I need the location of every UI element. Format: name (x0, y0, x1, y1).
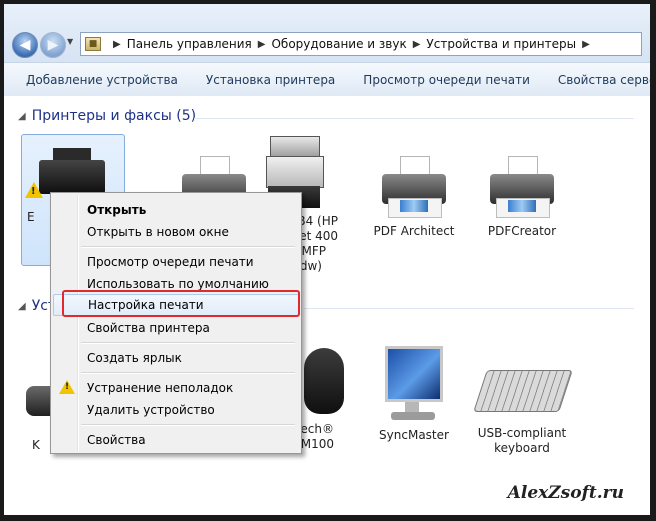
group-divider (194, 118, 634, 119)
menu-item-troubleshoot[interactable]: Устранение неполадок (53, 377, 299, 399)
menu-item-remove-device[interactable]: Удалить устройство (53, 399, 299, 421)
menu-item-open-new-window[interactable]: Открыть в новом окне (53, 221, 299, 243)
printers-group-title: Принтеры и факсы (5) (31, 108, 197, 124)
menu-item-open[interactable]: Открыть (53, 199, 299, 221)
context-menu: Открыть Открыть в новом окне Просмотр оч… (50, 192, 302, 454)
breadcrumb-devices-printers[interactable]: Устройства и принтеры (426, 37, 576, 51)
device-pdf-architect[interactable]: PDF Architect (364, 156, 464, 239)
arrow-right-icon: ▶ (47, 37, 59, 53)
chevron-right-icon[interactable]: ▶ (582, 39, 590, 50)
menu-separator (81, 372, 295, 374)
forward-button[interactable]: ▶ (40, 32, 66, 58)
printer-icon (374, 156, 454, 220)
device-usb-keyboard[interactable]: USB-compliant keyboard (470, 362, 574, 456)
back-button[interactable]: ◀ (12, 32, 38, 58)
arrow-left-icon: ◀ (19, 37, 31, 53)
menu-item-view-queue[interactable]: Просмотр очереди печати (53, 251, 299, 273)
menu-separator (81, 424, 295, 426)
watermark: AlexZsoft.ru (507, 483, 624, 503)
menu-item-create-shortcut[interactable]: Создать ярлык (53, 347, 299, 369)
chevron-right-icon[interactable]: ▶ (113, 39, 121, 50)
device-name: PDFCreator (487, 224, 557, 238)
group-divider (304, 308, 634, 309)
collapse-icon[interactable]: ◢ (18, 301, 26, 312)
menu-item-properties[interactable]: Свойства (53, 429, 299, 451)
history-dropdown-icon[interactable]: ▼ (67, 37, 73, 46)
menu-separator (81, 342, 295, 344)
menu-separator (81, 246, 295, 248)
breadcrumb[interactable]: ■ ▶ Панель управления ▶ Оборудование и з… (80, 32, 642, 56)
chevron-right-icon[interactable]: ▶ (258, 39, 266, 50)
device-syncmaster[interactable]: SyncMaster (364, 346, 464, 443)
printer-icon (482, 156, 562, 220)
explorer-window: ◀ ▶ ▼ ■ ▶ Панель управления ▶ Оборудован… (4, 4, 650, 515)
device-name: SyncMaster (379, 428, 449, 442)
breadcrumb-hardware-sound[interactable]: Оборудование и звук (271, 37, 406, 51)
device-name: PDF Architect (373, 224, 455, 238)
print-server-properties-button[interactable]: Свойства сервера печати (544, 73, 650, 87)
monitor-icon (383, 346, 445, 424)
printers-group-header[interactable]: ◢ Принтеры и факсы (5) (18, 108, 196, 124)
red-highlight-box (62, 290, 300, 317)
chevron-right-icon[interactable]: ▶ (413, 39, 421, 50)
command-bar: Добавление устройства Установка принтера… (4, 62, 650, 97)
control-panel-icon: ■ (85, 37, 101, 51)
device-pdfcreator[interactable]: PDFCreator (472, 156, 572, 239)
menu-item-printer-properties[interactable]: Свойства принтера (53, 317, 299, 339)
view-queue-button[interactable]: Просмотр очереди печати (349, 73, 544, 87)
breadcrumb-control-panel[interactable]: Панель управления (127, 37, 252, 51)
mouse-icon (294, 348, 354, 418)
device-name-line: keyboard (494, 441, 550, 455)
keyboard-icon (473, 362, 573, 422)
device-name-line: USB-compliant (477, 426, 567, 440)
collapse-icon[interactable]: ◢ (18, 111, 26, 122)
install-printer-button[interactable]: Установка принтера (192, 73, 349, 87)
address-bar: ◀ ▶ ▼ ■ ▶ Панель управления ▶ Оборудован… (4, 4, 650, 62)
add-device-button[interactable]: Добавление устройства (4, 73, 192, 87)
